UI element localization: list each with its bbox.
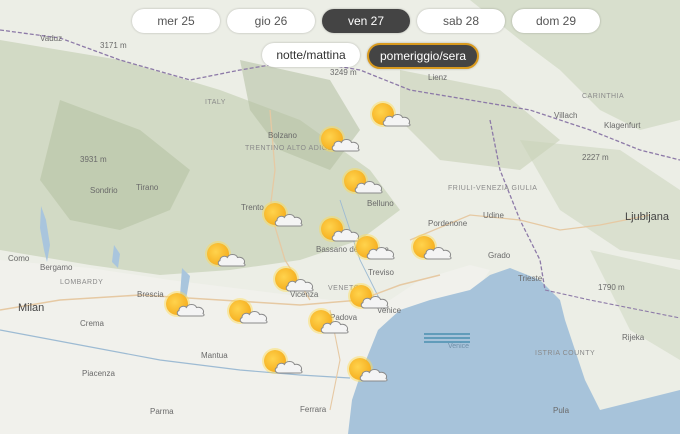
period-tab-notte-mattina[interactable]: notte/mattina: [262, 43, 360, 67]
label-pula: Pula: [553, 406, 570, 415]
day-tab-ven-27[interactable]: ven 27: [322, 9, 410, 33]
day-selector: mer 25 gio 26 ven 27 sab 28 dom 29: [132, 9, 600, 33]
label-bolzano: Bolzano: [268, 131, 297, 140]
label-mantua: Mantua: [201, 351, 228, 360]
sun-behind-cloud-icon[interactable]: [413, 236, 457, 266]
label-rijeka: Rijeka: [622, 333, 645, 342]
label-carinthia: CARINTHIA: [582, 93, 624, 100]
sun-behind-cloud-icon[interactable]: [275, 268, 319, 298]
day-tab-mer-25[interactable]: mer 25: [132, 9, 220, 33]
sun-behind-cloud-icon[interactable]: [310, 310, 354, 340]
sun-behind-cloud-icon[interactable]: [350, 285, 394, 315]
label-treviso: Treviso: [368, 268, 394, 277]
sun-behind-cloud-icon[interactable]: [207, 243, 251, 273]
sun-behind-cloud-icon[interactable]: [229, 300, 273, 330]
day-tab-sab-28[interactable]: sab 28: [417, 9, 505, 33]
label-milan: Milan: [18, 302, 44, 314]
label-elev-3: 1790 m: [598, 283, 625, 292]
label-brescia: Brescia: [137, 290, 164, 299]
sun-behind-cloud-icon[interactable]: [264, 203, 308, 233]
label-sondrio: Sondrio: [90, 186, 118, 195]
label-parma: Parma: [150, 407, 174, 416]
label-bergamo: Bergamo: [40, 263, 73, 272]
label-belluno: Belluno: [367, 199, 394, 208]
label-pordenone: Pordenone: [428, 219, 468, 228]
sun-behind-cloud-icon[interactable]: [356, 236, 400, 266]
label-friuli: FRIULI-VENEZIA GIULIA: [448, 185, 537, 192]
period-tab-pomeriggio-sera[interactable]: pomeriggio/sera: [367, 43, 479, 69]
label-venice-small: Venice: [448, 343, 469, 350]
sun-behind-cloud-icon[interactable]: [349, 358, 393, 388]
label-klagenfurt: Klagenfurt: [604, 121, 641, 130]
label-udine: Udine: [483, 211, 504, 220]
label-elev-5: 3249 m: [330, 68, 357, 77]
sun-behind-cloud-icon[interactable]: [344, 170, 388, 200]
label-elev-1: 3931 m: [80, 155, 107, 164]
label-villach: Villach: [554, 111, 577, 120]
label-trento: Trento: [241, 203, 264, 212]
label-istria: ISTRIA COUNTY: [535, 350, 595, 357]
label-vaduz: Vaduz: [40, 34, 62, 43]
sun-behind-cloud-icon[interactable]: [166, 293, 210, 323]
label-como: Como: [8, 254, 30, 263]
day-tab-dom-29[interactable]: dom 29: [512, 9, 600, 33]
label-trieste: Trieste: [518, 274, 543, 283]
label-trentino: TRENTINO ALTO ADIGE: [245, 145, 333, 152]
sun-behind-cloud-icon[interactable]: [264, 350, 308, 380]
label-lienz: Lienz: [428, 73, 447, 82]
label-tirano: Tirano: [136, 183, 159, 192]
label-italy: ITALY: [205, 99, 226, 106]
label-piacenza: Piacenza: [82, 369, 115, 378]
label-crema: Crema: [80, 319, 105, 328]
label-ljubljana: Ljubljana: [625, 211, 670, 223]
label-ferrara: Ferrara: [300, 405, 327, 414]
period-selector: notte/mattina pomeriggio/sera: [262, 43, 479, 69]
label-elev-2: 2227 m: [582, 153, 609, 162]
label-lombardy: LOMBARDY: [60, 279, 103, 286]
sun-behind-cloud-icon[interactable]: [372, 103, 416, 133]
label-elev-4: 3171 m: [100, 41, 127, 50]
day-tab-gio-26[interactable]: gio 26: [227, 9, 315, 33]
label-grado: Grado: [488, 251, 511, 260]
sun-behind-cloud-icon[interactable]: [321, 128, 365, 158]
